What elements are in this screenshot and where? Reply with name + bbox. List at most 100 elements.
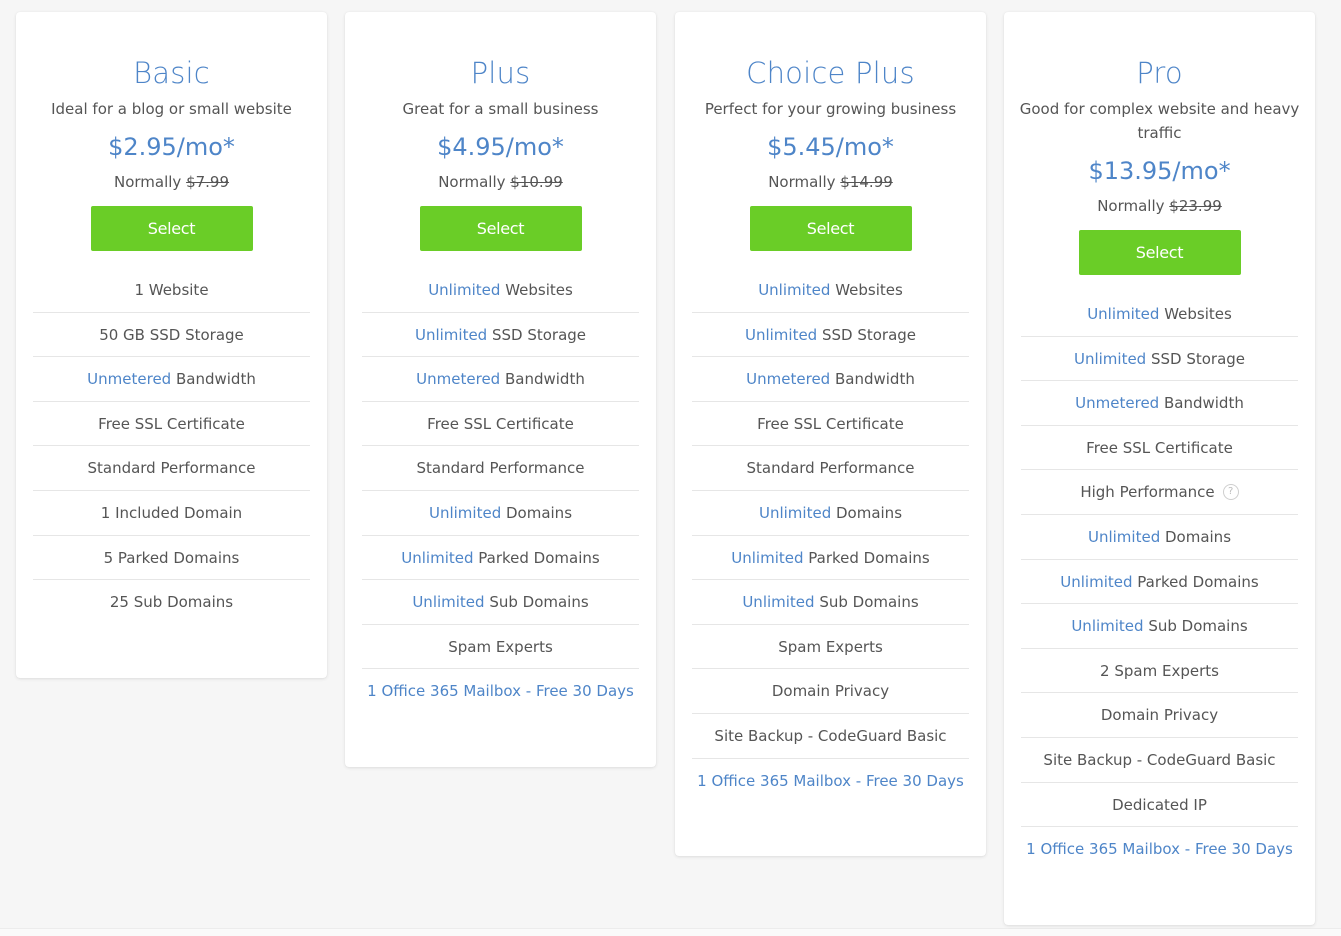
- plan-card-basic: Basic Ideal for a blog or small website …: [16, 12, 327, 678]
- plan-price: $5.45/mo*: [767, 133, 894, 161]
- office365-mailbox-link[interactable]: 1 Office 365 Mailbox - Free 30 Days: [697, 772, 964, 790]
- feature-text: Parked Domains: [803, 548, 930, 567]
- select-choice-plus-button[interactable]: Select: [749, 206, 912, 251]
- plan-title: Basic: [133, 56, 210, 90]
- feature-text: Site Backup - CodeGuard Basic: [1043, 750, 1276, 769]
- feature-item: Dedicated IP: [1021, 783, 1298, 828]
- select-pro-button[interactable]: Select: [1078, 230, 1241, 275]
- feature-highlight: Unlimited: [412, 593, 485, 612]
- feature-highlight: Unmetered: [1075, 394, 1160, 413]
- feature-highlight: Unlimited: [401, 548, 474, 567]
- feature-item: 25 Sub Domains: [33, 580, 310, 625]
- feature-item: Unlimited Domains: [362, 491, 639, 536]
- feature-text: Free SSL Certificate: [757, 414, 904, 433]
- normally-label: Normally: [113, 173, 182, 191]
- feature-item: Standard Performance: [362, 446, 639, 491]
- feature-item: Unlimited Sub Domains: [362, 580, 639, 625]
- page-bottom-area: [0, 929, 1341, 936]
- feature-list: Unlimited Websites Unlimited SSD Storage U…: [362, 268, 639, 714]
- feature-text: Websites: [500, 281, 573, 299]
- feature-text: Domains: [1160, 527, 1232, 546]
- select-basic-button[interactable]: Select: [90, 206, 253, 251]
- feature-highlight: Unlimited: [1071, 617, 1144, 636]
- plan-price: $13.95/mo*: [1088, 157, 1231, 185]
- office365-mailbox-link[interactable]: 1 Office 365 Mailbox - Free 30 Days: [1026, 840, 1293, 858]
- feature-text: Domain Privacy: [1100, 706, 1219, 725]
- feature-text: 1 Included Domain: [100, 503, 243, 522]
- feature-text: Site Backup - CodeGuard Basic: [714, 726, 947, 745]
- feature-text: Parked Domains: [1132, 572, 1259, 591]
- feature-item: Unlimited Sub Domains: [692, 580, 969, 625]
- office365-mailbox-link[interactable]: 1 Office 365 Mailbox - Free 30 Days: [367, 682, 634, 700]
- feature-text: Standard Performance: [746, 459, 915, 478]
- feature-text: Standard Performance: [416, 459, 585, 478]
- original-price: $10.99: [510, 173, 563, 191]
- plan-price: $4.95/mo*: [437, 133, 564, 161]
- feature-highlight: Unmetered: [746, 370, 831, 389]
- feature-text: Domains: [831, 503, 903, 522]
- feature-item: 1 Office 365 Mailbox - Free 30 Days: [692, 759, 969, 804]
- feature-text: 25 Sub Domains: [109, 593, 234, 612]
- plan-description: Ideal for a blog or small website: [51, 100, 292, 118]
- feature-highlight: Unlimited: [1087, 527, 1161, 546]
- feature-item: Unlimited Websites: [1021, 292, 1298, 337]
- feature-item: Unlimited Parked Domains: [1021, 560, 1298, 605]
- plan-normal-price: Normally $7.99: [16, 172, 327, 192]
- feature-text: Websites: [830, 281, 903, 299]
- feature-item: 50 GB SSD Storage: [33, 313, 310, 358]
- feature-item: Unlimited Domains: [692, 491, 969, 536]
- feature-item: Unlimited Domains: [1021, 515, 1298, 560]
- feature-item: Site Backup - CodeGuard Basic: [692, 714, 969, 759]
- plan-card-plus: Plus Great for a small business $4.95/mo…: [345, 12, 656, 767]
- feature-item: 2 Spam Experts: [1021, 649, 1298, 694]
- feature-text: Free SSL Certificate: [427, 414, 574, 433]
- feature-item: High Performance?: [1021, 470, 1298, 515]
- original-price: $23.99: [1169, 197, 1222, 215]
- feature-item: Unlimited Parked Domains: [362, 536, 639, 581]
- plan-title: Pro: [1136, 56, 1183, 90]
- feature-text: Spam Experts: [778, 637, 883, 656]
- plan-normal-price: Normally $14.99: [675, 172, 986, 192]
- feature-text: 2 Spam Experts: [1100, 661, 1219, 680]
- plan-description: Great for a small business: [402, 100, 599, 118]
- feature-item: 1 Office 365 Mailbox - Free 30 Days: [362, 669, 639, 714]
- plan-price: $2.95/mo*: [108, 133, 235, 161]
- feature-highlight: Unlimited: [758, 281, 831, 299]
- plan-card-pro: Pro Good for complex website and heavy t…: [1004, 12, 1315, 925]
- feature-text: High Performance: [1080, 483, 1215, 502]
- normally-label: Normally: [1097, 197, 1165, 215]
- feature-text: 1 Website: [134, 281, 209, 299]
- feature-text: Spam Experts: [448, 637, 553, 656]
- normally-label: Normally: [438, 173, 506, 191]
- feature-item: 1 Office 365 Mailbox - Free 30 Days: [1021, 827, 1298, 872]
- feature-item: Site Backup - CodeGuard Basic: [1021, 738, 1298, 783]
- feature-item: Unmetered Bandwidth: [362, 357, 639, 402]
- feature-item: Spam Experts: [692, 625, 969, 670]
- feature-item: Unlimited Sub Domains: [1021, 604, 1298, 649]
- normally-label: Normally: [768, 173, 836, 191]
- feature-item: Unlimited Websites: [692, 268, 969, 313]
- feature-text: Websites: [1159, 305, 1232, 323]
- feature-item: Unmetered Bandwidth: [1021, 381, 1298, 426]
- feature-item: Free SSL Certificate: [33, 402, 310, 447]
- feature-text: Free SSL Certificate: [1086, 438, 1233, 457]
- feature-item: Unmetered Bandwidth: [33, 357, 310, 402]
- feature-highlight: Unmetered: [416, 370, 501, 389]
- feature-text: Sub Domains: [814, 593, 919, 612]
- feature-text: SSD Storage: [487, 325, 587, 344]
- select-plus-button[interactable]: Select: [419, 206, 582, 251]
- feature-highlight: Unlimited: [744, 325, 818, 344]
- feature-text: 5 Parked Domains: [103, 548, 240, 567]
- feature-item: Unlimited SSD Storage: [1021, 337, 1298, 382]
- feature-text: Parked Domains: [473, 548, 600, 567]
- feature-text: Sub Domains: [1143, 617, 1248, 636]
- feature-text: SSD Storage: [1146, 349, 1246, 368]
- feature-item: Free SSL Certificate: [362, 402, 639, 447]
- feature-item: Unlimited Websites: [362, 268, 639, 313]
- feature-text: Sub Domains: [484, 593, 589, 612]
- feature-item: Unlimited Parked Domains: [692, 536, 969, 581]
- feature-text: 50 GB SSD Storage: [99, 325, 244, 344]
- feature-text: Bandwidth: [1159, 394, 1244, 413]
- feature-list: Unlimited Websites Unlimited SSD Storage U…: [1021, 292, 1298, 872]
- help-question-icon[interactable]: ?: [1222, 483, 1239, 500]
